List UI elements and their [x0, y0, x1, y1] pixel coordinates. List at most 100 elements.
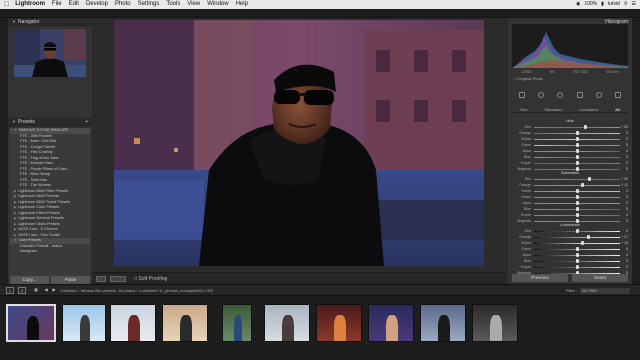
slider-handle[interactable] [575, 253, 579, 257]
search-icon[interactable]: ⚲ [624, 0, 628, 9]
slider-handle[interactable] [575, 201, 579, 205]
before-after-view-icon[interactable] [96, 276, 106, 282]
slider-handle[interactable] [580, 241, 584, 245]
slider-handle[interactable] [575, 131, 579, 135]
slider-handle[interactable] [575, 195, 579, 199]
slider-handle[interactable] [575, 265, 579, 269]
histogram[interactable] [512, 24, 628, 68]
page-1-button[interactable]: 1 [6, 287, 14, 294]
slider-handle[interactable] [584, 125, 588, 129]
grid-view-icon[interactable]: ▦ [32, 287, 40, 294]
slider-handle[interactable] [588, 177, 592, 181]
filmstrip-thumbnail[interactable] [368, 304, 414, 342]
slider-handle[interactable] [580, 183, 584, 187]
slider-track[interactable] [534, 184, 620, 186]
red-eye-icon[interactable] [557, 92, 564, 98]
menu-window[interactable]: Window [207, 0, 228, 9]
collapsed-triangle-icon[interactable]: ▶ [14, 189, 16, 193]
navigator-title: Navigator [17, 19, 40, 25]
previous-button[interactable]: Previous [512, 274, 568, 282]
slider-handle[interactable] [575, 137, 579, 141]
slider-track[interactable] [534, 242, 620, 244]
menu-view[interactable]: View [187, 0, 200, 9]
left-panel-toggle-bar[interactable] [0, 18, 8, 284]
menu-list-icon[interactable]: ☰ [632, 0, 636, 9]
slider-handle[interactable] [575, 143, 579, 147]
slider-track[interactable] [534, 126, 620, 128]
filmstrip-thumbnail[interactable] [6, 304, 56, 342]
slider-handle[interactable] [575, 189, 579, 193]
slider-track[interactable] [534, 236, 620, 238]
slider-handle[interactable] [575, 207, 579, 211]
menu-photo[interactable]: Photo [115, 0, 131, 9]
main-photo[interactable] [114, 20, 484, 266]
filmstrip-thumbnail[interactable] [316, 304, 362, 342]
filmstrip-thumbnail[interactable] [110, 304, 156, 342]
expanded-triangle-icon[interactable]: ▼ [14, 128, 17, 132]
spot-removal-icon[interactable] [537, 92, 544, 98]
menu-tools[interactable]: Tools [166, 0, 180, 9]
crop-tool-icon[interactable] [518, 92, 525, 98]
right-panel-toggle-bar[interactable] [632, 18, 640, 284]
preset-item[interactable]: Instagram [10, 249, 90, 255]
filmstrip-thumbnail[interactable] [62, 304, 106, 342]
tab-luminance[interactable]: Luminance [579, 106, 599, 112]
collapsed-triangle-icon[interactable]: ▶ [14, 227, 16, 231]
filmstrip-thumbnail[interactable] [162, 304, 208, 342]
focal-length: 50 mm [606, 69, 619, 74]
radial-filter-icon[interactable] [595, 92, 602, 98]
slider-handle[interactable] [575, 213, 579, 217]
soft-proofing-toggle[interactable]: □ Soft Proofing [134, 275, 167, 283]
collapsed-triangle-icon[interactable]: ▶ [14, 194, 16, 198]
menu-settings[interactable]: Settings [138, 0, 160, 9]
slider-handle[interactable] [586, 235, 590, 239]
back-arrow-icon[interactable]: ◀ [42, 287, 50, 294]
menu-help[interactable]: Help [236, 0, 248, 9]
tab-all[interactable]: All [615, 106, 619, 112]
collapsed-triangle-icon[interactable]: ▶ [14, 222, 16, 226]
tab-saturation[interactable]: Saturation [544, 106, 562, 112]
paste-button[interactable]: Paste [51, 276, 90, 284]
reset-button[interactable]: Reset [572, 274, 628, 282]
adjustment-brush-icon[interactable] [615, 92, 622, 98]
slider-handle[interactable] [575, 247, 579, 251]
tab-hue[interactable]: Hue [520, 106, 527, 112]
filter-dropdown[interactable]: No Filter [580, 288, 630, 294]
apple-icon[interactable]:  [4, 0, 9, 9]
thumbnail-subject [282, 315, 294, 341]
wifi-icon[interactable]: ◉ [576, 0, 580, 9]
slider-track[interactable] [534, 178, 620, 180]
page-2-button[interactable]: 2 [18, 287, 26, 294]
filmstrip-thumbnail[interactable] [420, 304, 466, 342]
collapsed-triangle-icon[interactable]: ▶ [14, 211, 16, 215]
add-preset-icon[interactable]: + [85, 118, 88, 126]
presets-header[interactable]: ▼ Presets + [8, 118, 92, 126]
view-mode-dropdown[interactable] [110, 276, 126, 282]
filmstrip-thumbnail[interactable] [472, 304, 518, 342]
navigator-preview[interactable] [14, 29, 86, 77]
expanded-triangle-icon[interactable]: ▼ [14, 238, 17, 242]
menu-file[interactable]: File [52, 0, 62, 9]
menu-edit[interactable]: Edit [69, 0, 79, 9]
slider-handle[interactable] [575, 259, 579, 263]
collapsed-triangle-icon[interactable]: ▶ [14, 205, 16, 209]
slider-handle[interactable] [575, 229, 579, 233]
slider-handle[interactable] [575, 161, 579, 165]
copy-paste-buttons: Copy... Paste [8, 276, 92, 284]
menu-app-name[interactable]: Lightroom [15, 0, 45, 9]
filmstrip-thumbnail[interactable] [222, 304, 252, 342]
navigator-header[interactable]: ▼ Navigator [8, 18, 92, 26]
copy-button[interactable]: Copy... [10, 276, 49, 284]
slider-handle[interactable] [575, 149, 579, 153]
menu-develop[interactable]: Develop [86, 0, 108, 9]
original-photo-checkbox[interactable]: □ Original Photo [514, 76, 543, 82]
filmstrip-thumbnail[interactable] [264, 304, 310, 342]
collapsed-triangle-icon[interactable]: ▶ [14, 216, 16, 220]
forward-arrow-icon[interactable]: ▶ [50, 287, 58, 294]
graduated-filter-icon[interactable] [576, 92, 583, 98]
battery-icon[interactable]: ▮ [601, 0, 604, 9]
collapsed-triangle-icon[interactable]: ▶ [14, 233, 16, 237]
user-name[interactable]: tutvid [608, 0, 620, 9]
collapsed-triangle-icon[interactable]: ▶ [14, 200, 16, 204]
slider-handle[interactable] [575, 155, 579, 159]
